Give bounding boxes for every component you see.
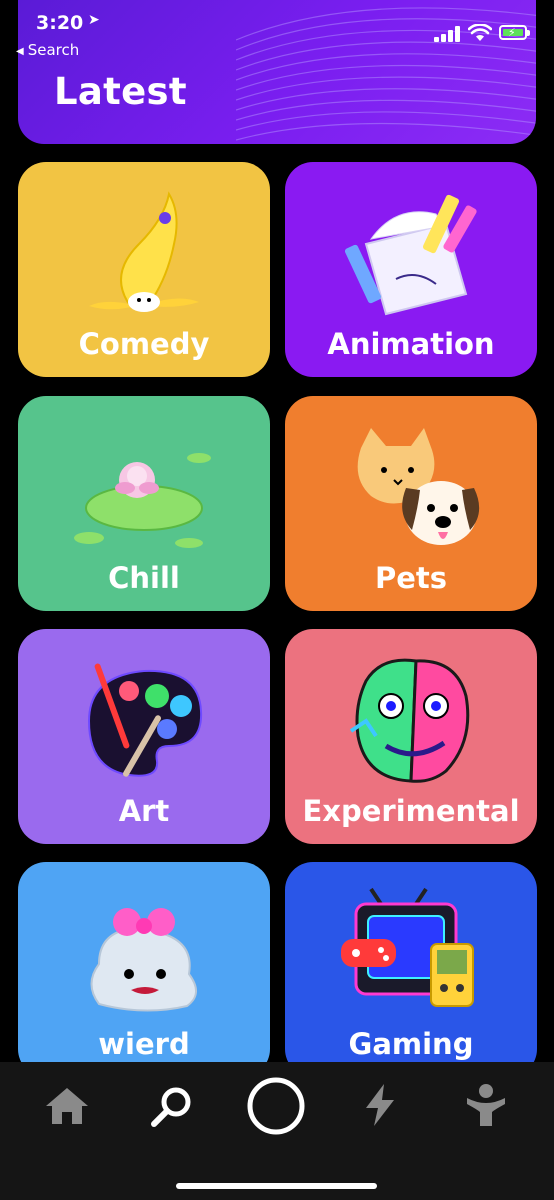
status-bar: 3:20 ➤ ⚡ (0, 0, 554, 44)
paint-palette-icon (87, 663, 203, 777)
category-tile-wierd[interactable]: wierd (18, 862, 270, 1077)
location-icon: ➤ (88, 12, 100, 28)
category-label: Gaming (348, 1027, 474, 1061)
category-tile-art[interactable]: Art (18, 629, 270, 844)
home-indicator (176, 1183, 377, 1189)
cellular-signal-icon (434, 26, 460, 42)
category-tile-animation[interactable]: Animation (285, 162, 537, 377)
category-label: Animation (327, 327, 495, 361)
search-icon[interactable] (150, 1084, 194, 1128)
category-label: Comedy (78, 327, 210, 361)
slime-creature-icon (90, 908, 197, 1012)
cat-and-dog-icon (357, 428, 480, 545)
home-icon[interactable] (44, 1084, 90, 1126)
battery-icon: ⚡ (499, 25, 530, 40)
abstract-face-icon (349, 658, 470, 783)
wifi-icon (468, 24, 492, 41)
category-tile-experimental[interactable]: Experimental (285, 629, 537, 844)
category-tile-chill[interactable]: Chill (18, 396, 270, 611)
banana-icon (89, 191, 199, 312)
category-tile-pets[interactable]: Pets (285, 396, 537, 611)
retro-tv-gamepad-icon (341, 887, 474, 1007)
page-title: Latest (54, 70, 187, 113)
category-label: Experimental (302, 794, 520, 828)
category-label: Chill (108, 561, 180, 595)
category-label: Art (118, 794, 170, 828)
category-label: wierd (98, 1027, 190, 1061)
profile-icon[interactable] (464, 1082, 508, 1128)
back-label: Search (27, 41, 80, 59)
category-tile-comedy[interactable]: Comedy (18, 162, 270, 377)
lightning-icon[interactable] (362, 1082, 398, 1128)
category-tile-gaming[interactable]: Gaming (285, 862, 537, 1077)
back-arrow-icon: ◀ (16, 46, 24, 57)
water-lily-icon (74, 453, 211, 548)
back-to-search-link[interactable]: ◀ Search (16, 41, 79, 59)
record-icon[interactable] (247, 1077, 305, 1135)
category-label: Pets (374, 561, 448, 595)
sketchbook-pencils-icon (344, 194, 477, 316)
status-time: 3:20 (36, 12, 84, 34)
